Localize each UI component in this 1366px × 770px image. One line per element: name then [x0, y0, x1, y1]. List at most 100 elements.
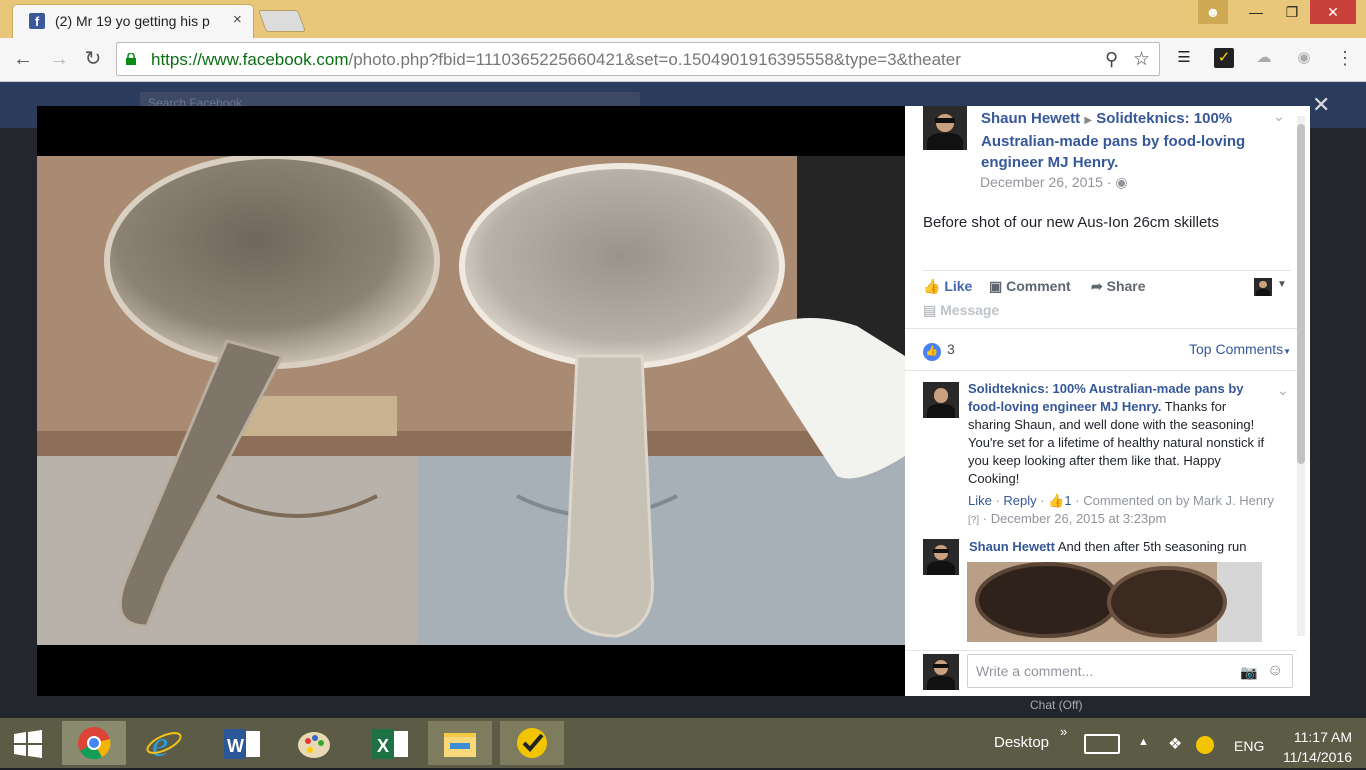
chat-status[interactable]: Chat (Off): [1030, 698, 1082, 712]
user-profile-icon[interactable]: ☻: [1198, 0, 1228, 24]
excel-taskbar-icon[interactable]: X: [356, 721, 420, 765]
excel-logo-icon: X: [372, 729, 408, 759]
comment-meta: Like · Reply · 👍1 · Commented on by Mark…: [968, 493, 1274, 526]
comment-reply-link[interactable]: Reply: [1003, 493, 1036, 508]
comment-button-label: Comment: [1006, 278, 1071, 294]
comment-like-count[interactable]: 1: [1064, 493, 1071, 508]
post-author-avatar[interactable]: [923, 106, 967, 150]
comment-author-name[interactable]: Shaun Hewett: [969, 539, 1055, 554]
file-explorer-taskbar-icon[interactable]: [428, 721, 492, 765]
chrome-taskbar-icon[interactable]: [62, 721, 126, 765]
windows-start-icon[interactable]: [0, 720, 56, 768]
norton-taskbar-icon[interactable]: [500, 721, 564, 765]
avatar-body: [926, 404, 956, 418]
comment-button[interactable]: ▣ Comment: [989, 278, 1071, 295]
word-logo-icon: W: [224, 729, 260, 759]
thumbs-up-icon: 👍: [923, 278, 941, 294]
post-date[interactable]: December 26, 2015 · ◉: [980, 174, 1128, 191]
lock-icon: [126, 53, 136, 65]
comment-body: Shaun Hewett And then after 5th seasonin…: [969, 538, 1289, 556]
dropbox-tray-icon[interactable]: ❖: [1168, 734, 1182, 754]
address-bar[interactable]: https://www.facebook.com/photo.php?fbid=…: [116, 42, 1160, 76]
post-caption: Before shot of our new Aus-Ion 26cm skil…: [923, 214, 1219, 231]
layers-extension-icon[interactable]: ☰: [1174, 48, 1194, 68]
caret-down-icon: ▼: [1283, 347, 1292, 356]
minimize-button[interactable]: —: [1236, 0, 1276, 24]
skillets-photo: [37, 156, 905, 645]
message-button-label: Message: [940, 302, 1000, 318]
norton-logo-icon: [517, 728, 547, 758]
divider: [905, 650, 1297, 651]
windows-taskbar: [0, 718, 1366, 768]
bookmark-star-icon[interactable]: ☆: [1133, 48, 1150, 71]
clock-time: 11:17 AM: [1293, 729, 1352, 745]
top-comments-dropdown[interactable]: Top Comments▼: [1189, 341, 1291, 357]
post-author-name[interactable]: Shaun Hewett: [981, 110, 1080, 127]
norton-tray-icon[interactable]: [1196, 736, 1214, 754]
comment-options-chevron-icon[interactable]: ⌄: [1277, 382, 1289, 399]
chrome-menu-icon[interactable]: ⋮: [1336, 48, 1354, 69]
post-date-text: December 26, 2015: [980, 174, 1103, 190]
cloud-extension-icon[interactable]: ☁: [1254, 48, 1274, 68]
back-arrow-icon[interactable]: ←: [10, 46, 36, 72]
avatar-glasses: [933, 664, 949, 668]
share-button[interactable]: ➦ Share: [1091, 278, 1146, 295]
message-button[interactable]: ▤ Message: [923, 302, 999, 319]
globe-icon: ◉: [1115, 174, 1128, 190]
norton-extension-icon[interactable]: ✓: [1214, 48, 1234, 68]
caret-down-icon[interactable]: ▼: [1277, 279, 1287, 290]
url-text: https://www.facebook.com/photo.php?fbid=…: [151, 50, 961, 70]
tab-close-icon[interactable]: ×: [233, 11, 242, 28]
share-arrow-icon: ➦: [1091, 278, 1103, 294]
avatar-body: [926, 561, 956, 575]
like-button-label: Like: [944, 278, 973, 294]
emoji-icon[interactable]: ☺: [1267, 662, 1283, 680]
url-host: https://www.facebook.com: [151, 50, 349, 69]
comment-like-link[interactable]: Like: [968, 493, 992, 508]
comment-timestamp[interactable]: December 26, 2015 at 3:23pm: [991, 511, 1167, 526]
post-options-chevron-icon[interactable]: ⌄: [1273, 108, 1285, 125]
toolbar-expand-icon[interactable]: »: [1060, 724, 1067, 739]
help-icon[interactable]: [?]: [968, 515, 979, 526]
language-indicator[interactable]: ENG: [1234, 738, 1264, 754]
avatar-face: [936, 113, 954, 132]
reload-icon[interactable]: ↻: [80, 46, 106, 72]
reactions-summary[interactable]: 👍 3: [923, 341, 955, 361]
avatar-face: [1259, 281, 1267, 289]
comment-like-icon: 👍: [1048, 493, 1065, 508]
current-user-avatar: [923, 654, 959, 690]
avatar-glasses: [933, 549, 949, 553]
side-panel-scrollbar[interactable]: [1297, 116, 1305, 636]
comment-author-avatar[interactable]: [923, 539, 959, 575]
comment-author-avatar[interactable]: [923, 382, 959, 418]
share-as-avatar[interactable]: [1254, 278, 1272, 296]
new-tab-button[interactable]: [257, 10, 307, 32]
tab-title: (2) Mr 19 yo getting his p: [55, 13, 210, 29]
avatar-body: [1255, 289, 1271, 296]
like-button[interactable]: 👍 Like: [923, 278, 972, 295]
password-extension-icon[interactable]: ◉: [1294, 48, 1314, 68]
word-taskbar-icon[interactable]: W: [208, 721, 272, 765]
paint-taskbar-icon[interactable]: [282, 721, 346, 765]
maximize-button[interactable]: ❐: [1272, 0, 1312, 24]
browser-tab[interactable]: f (2) Mr 19 yo getting his p ×: [12, 4, 254, 38]
show-hidden-icons-icon[interactable]: ▲: [1138, 736, 1149, 748]
camera-icon[interactable]: 📷: [1240, 664, 1257, 681]
internet-explorer-taskbar-icon[interactable]: e: [132, 721, 196, 765]
clock-date: 11/14/2016: [1282, 749, 1352, 765]
close-theater-icon[interactable]: ✕: [1312, 92, 1330, 118]
window-close-button[interactable]: ✕: [1310, 0, 1356, 24]
divider: [905, 328, 1297, 329]
svg-text:X: X: [377, 736, 389, 756]
skillets-image: [37, 156, 905, 645]
forward-arrow-icon[interactable]: →: [46, 46, 72, 72]
comment-text: And then after 5th seasoning run: [1057, 539, 1247, 554]
search-icon[interactable]: ⚲: [1105, 49, 1118, 70]
message-icon: ▤: [923, 302, 937, 318]
url-path: /photo.php?fbid=1110365225660421&set=o.1…: [348, 50, 961, 69]
desktop-toolbar-label[interactable]: Desktop: [994, 734, 1049, 751]
comment-photo[interactable]: [967, 562, 1262, 642]
scrollbar-thumb[interactable]: [1297, 124, 1305, 464]
touch-keyboard-icon[interactable]: [1084, 734, 1120, 754]
system-clock[interactable]: 11:17 AM 11/14/2016: [1276, 727, 1352, 767]
